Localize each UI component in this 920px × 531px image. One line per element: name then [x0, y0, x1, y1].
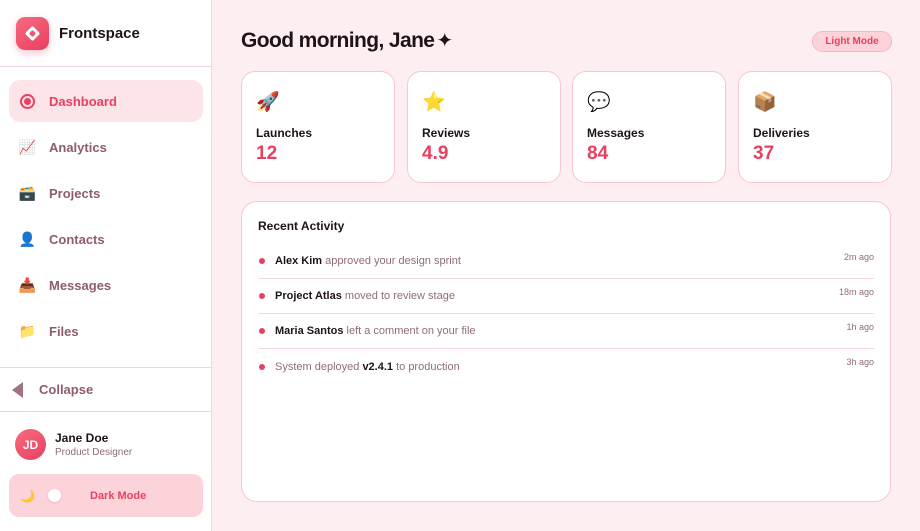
- inbox-tray-icon: 📥: [18, 276, 37, 293]
- dark-mode-label: Dark Mode: [90, 489, 147, 502]
- status-dot: [259, 363, 265, 370]
- recent-activity-panel: Recent Activity Alex Kim approved your d…: [241, 201, 891, 502]
- collapse-button[interactable]: Collapse: [0, 367, 211, 412]
- brand-name: Frontspace: [59, 24, 140, 42]
- list-item[interactable]: Project Atlas moved to review stage 18m …: [258, 279, 874, 314]
- profile-role: Product Designer: [55, 447, 133, 458]
- profile-name: Jane Doe: [55, 431, 109, 445]
- activity-list: Alex Kim approved your design sprint 2m …: [258, 244, 874, 384]
- activity-description: to production: [393, 360, 460, 373]
- stat-value: 4.9: [422, 143, 449, 164]
- stat-label: Launches: [256, 126, 313, 140]
- light-mode-button[interactable]: Light Mode: [812, 31, 892, 52]
- sidebar-item-contacts[interactable]: 👤 Contacts: [9, 218, 203, 260]
- stat-card-reviews[interactable]: ⭐ Reviews 4.9: [407, 71, 561, 183]
- activity-actor: Alex Kim: [275, 255, 323, 267]
- star-icon: ⭐: [422, 92, 446, 113]
- page-title: Good morning, Jane ✦: [241, 28, 453, 53]
- sidebar-item-analytics[interactable]: 📈 Analytics: [9, 126, 203, 168]
- status-dot: [259, 328, 265, 334]
- activity-time: 2m ago: [843, 252, 874, 262]
- stat-card-messages[interactable]: 💬 Messages 84: [572, 71, 726, 183]
- list-item[interactable]: System deployed v2.4.1 to production 3h …: [258, 349, 874, 384]
- folder-icon: 📁: [18, 322, 37, 339]
- speech-balloon-icon: 💬: [587, 92, 611, 113]
- crescent-moon-icon: 🌙: [20, 488, 35, 503]
- stat-label: Deliveries: [753, 126, 810, 140]
- activity-time: 18m ago: [838, 287, 874, 297]
- target-icon: [19, 93, 36, 110]
- file-box-icon: 🗃️: [18, 184, 37, 201]
- person-icon: 👤: [18, 230, 37, 247]
- sidebar-item-projects[interactable]: 🗃️ Projects: [9, 172, 203, 214]
- avatar: JD: [15, 429, 46, 460]
- stat-label: Reviews: [422, 126, 471, 140]
- chart-increasing-icon: 📈: [18, 138, 37, 155]
- dark-mode-toggle[interactable]: 🌙 Dark Mode: [9, 474, 203, 517]
- sidebar-item-dashboard[interactable]: Dashboard: [9, 80, 203, 122]
- status-dot: [259, 258, 265, 264]
- sidebar-item-label: Analytics: [49, 139, 107, 155]
- sidebar-item-label: Dashboard: [49, 93, 117, 109]
- sidebar-item-label: Projects: [49, 185, 101, 201]
- sidebar-nav: Dashboard 📈 Analytics 🗃️ Projects 👤 Cont…: [9, 80, 203, 356]
- panel-title: Recent Activity: [258, 219, 345, 233]
- stat-value: 84: [587, 143, 609, 164]
- stat-card-deliveries[interactable]: 📦 Deliveries 37: [738, 71, 892, 183]
- activity-time: 1h ago: [846, 322, 874, 332]
- activity-version: v2.4.1: [362, 360, 394, 373]
- list-item[interactable]: Alex Kim approved your design sprint 2m …: [258, 244, 874, 279]
- list-item[interactable]: Maria Santos left a comment on your file…: [258, 314, 874, 349]
- sidebar-item-label: Contacts: [49, 231, 105, 247]
- sidebar-item-messages[interactable]: 📥 Messages: [9, 264, 203, 306]
- stat-card-launches[interactable]: 🚀 Launches 12: [241, 71, 395, 183]
- rocket-icon: 🚀: [256, 92, 280, 113]
- activity-actor: Maria Santos: [275, 325, 344, 337]
- brand: Frontspace: [0, 0, 211, 67]
- triangle-left-icon: [12, 381, 23, 398]
- sidebar: Frontspace Dashboard 📈 Analytics 🗃️ Proj…: [0, 0, 212, 531]
- package-icon: 📦: [753, 92, 777, 113]
- stat-label: Messages: [587, 126, 645, 140]
- activity-time: 3h ago: [846, 357, 874, 367]
- stat-value: 37: [753, 143, 775, 164]
- activity-prefix: System deployed: [275, 360, 363, 373]
- sidebar-item-label: Files: [49, 323, 79, 339]
- sidebar-item-files[interactable]: 📁 Files: [9, 310, 203, 352]
- activity-description: approved your design sprint: [322, 255, 461, 267]
- activity-description: moved to review stage: [341, 290, 455, 302]
- collapse-label: Collapse: [39, 382, 94, 397]
- activity-actor: Project Atlas: [275, 290, 342, 302]
- status-dot: [259, 293, 265, 299]
- activity-description: left a comment on your file: [343, 325, 476, 337]
- sparkle-icon: ✦: [436, 30, 453, 52]
- user-profile[interactable]: JD Jane Doe Product Designer: [15, 429, 132, 460]
- stat-value: 12: [256, 143, 278, 164]
- toggle-knob[interactable]: [48, 489, 61, 502]
- greeting-text: Good morning, Jane: [241, 29, 435, 52]
- sidebar-item-label: Messages: [49, 277, 112, 293]
- brand-logo-icon[interactable]: [16, 16, 49, 50]
